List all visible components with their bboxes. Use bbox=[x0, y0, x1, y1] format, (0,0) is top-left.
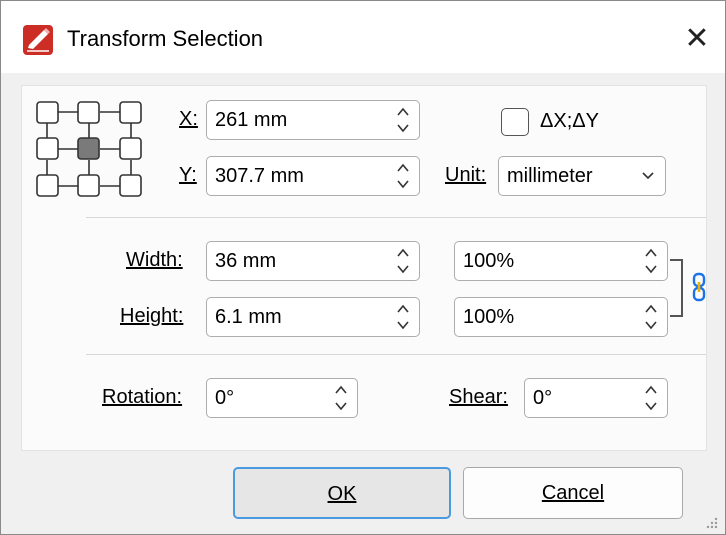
spin-arrows-icon[interactable] bbox=[643, 381, 659, 415]
chevron-down-icon bbox=[642, 172, 654, 180]
height-value: 6.1 mm bbox=[215, 306, 282, 328]
width-spinbox[interactable]: 36 mm bbox=[206, 241, 420, 281]
resize-grip-icon[interactable] bbox=[705, 516, 719, 530]
x-position-spinbox[interactable]: 261 mm bbox=[206, 100, 420, 140]
unit-label: Unit: bbox=[445, 164, 487, 186]
spin-arrows-icon[interactable] bbox=[643, 300, 659, 334]
transform-selection-dialog: Transform Selection ✕ X: 261 mm ΔX;ΔY Y:… bbox=[0, 0, 726, 535]
separator bbox=[86, 217, 706, 218]
width-percent-spinbox[interactable]: 100% bbox=[454, 241, 668, 281]
y-label: Y: bbox=[179, 164, 197, 186]
x-value: 261 mm bbox=[215, 109, 288, 131]
dialog-title: Transform Selection bbox=[67, 26, 264, 51]
rotation-value: 0° bbox=[215, 387, 235, 409]
spin-arrows-icon[interactable] bbox=[643, 244, 659, 278]
shear-spinbox[interactable]: 0° bbox=[524, 378, 668, 418]
ok-button[interactable]: OK bbox=[233, 467, 451, 519]
separator bbox=[86, 354, 706, 355]
spin-arrows-icon[interactable] bbox=[395, 103, 411, 137]
shear-label: Shear: bbox=[449, 386, 508, 408]
height-percent-spinbox[interactable]: 100% bbox=[454, 297, 668, 337]
cancel-button[interactable]: Cancel bbox=[463, 467, 683, 519]
rotation-spinbox[interactable]: 0° bbox=[206, 378, 358, 418]
width-label: Width: bbox=[126, 249, 183, 271]
chain-link-icon[interactable] bbox=[692, 272, 706, 302]
dialog-body: X: 261 mm ΔX;ΔY Y: 307.7 mm Unit: millim… bbox=[1, 73, 725, 534]
unit-dropdown[interactable]: millimeter bbox=[498, 156, 666, 196]
unit-value: millimeter bbox=[507, 165, 593, 187]
height-percent-value: 100% bbox=[463, 306, 515, 328]
width-value: 36 mm bbox=[215, 250, 277, 272]
y-position-spinbox[interactable]: 307.7 mm bbox=[206, 156, 420, 196]
anchor-point-grid-icon[interactable] bbox=[36, 98, 142, 200]
transform-panel: X: 261 mm ΔX;ΔY Y: 307.7 mm Unit: millim… bbox=[21, 85, 707, 451]
close-icon[interactable]: ✕ bbox=[677, 19, 717, 59]
rotation-label: Rotation: bbox=[102, 386, 183, 408]
spin-arrows-icon[interactable] bbox=[395, 300, 411, 334]
height-spinbox[interactable]: 6.1 mm bbox=[206, 297, 420, 337]
spin-arrows-icon[interactable] bbox=[395, 159, 411, 193]
title-bar: Transform Selection ✕ bbox=[1, 1, 725, 73]
y-value: 307.7 mm bbox=[215, 165, 304, 187]
x-label: X: bbox=[179, 108, 198, 130]
shear-value: 0° bbox=[533, 387, 553, 409]
delta-xy-label: ΔX;ΔY bbox=[540, 110, 599, 132]
spin-arrows-icon[interactable] bbox=[395, 244, 411, 278]
aspect-bracket bbox=[670, 259, 683, 317]
spin-arrows-icon[interactable] bbox=[333, 381, 349, 415]
delta-xy-checkbox[interactable] bbox=[501, 108, 529, 136]
width-percent-value: 100% bbox=[463, 250, 515, 272]
pdf-editor-icon bbox=[23, 25, 53, 55]
height-label: Height: bbox=[120, 305, 184, 327]
